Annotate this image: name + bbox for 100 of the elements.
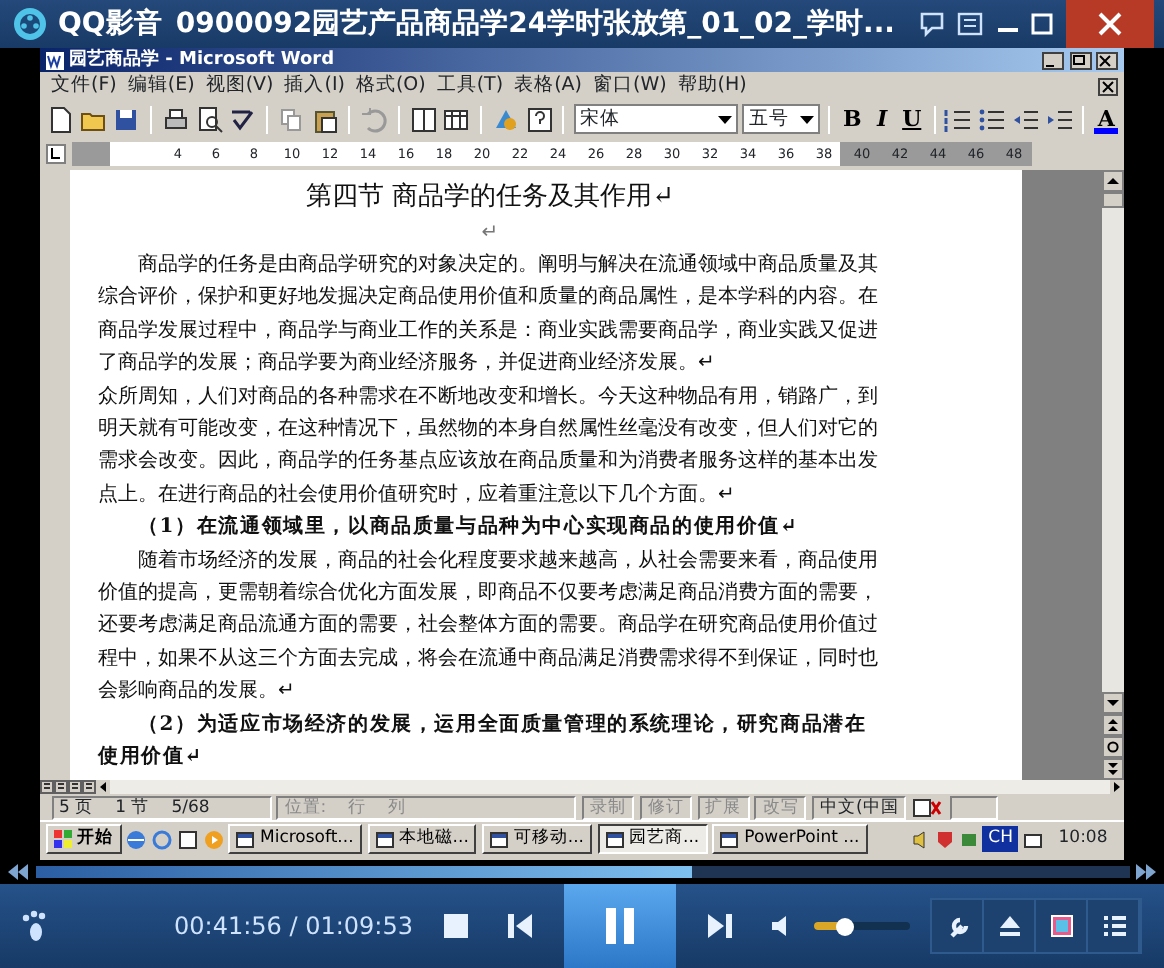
status-text: 位置: bbox=[284, 797, 327, 817]
speaker-icon[interactable] bbox=[912, 829, 931, 849]
decrease-indent-icon[interactable] bbox=[1011, 105, 1040, 133]
paragraph-mark: ↵ bbox=[479, 220, 501, 248]
print-view-icon[interactable] bbox=[68, 780, 82, 794]
menu-item[interactable]: 插入(I) bbox=[278, 72, 351, 100]
paste-icon[interactable] bbox=[311, 105, 339, 133]
settings-icon[interactable] bbox=[945, 914, 969, 938]
start-button[interactable]: 开始 bbox=[45, 824, 121, 854]
menu-item[interactable]: 帮助(H) bbox=[672, 72, 753, 100]
stop-icon[interactable] bbox=[444, 914, 469, 938]
status-text: 中文(中国 bbox=[820, 797, 899, 817]
printer-icon[interactable] bbox=[161, 105, 190, 133]
close-document-icon[interactable] bbox=[1098, 77, 1119, 95]
taskbar-button[interactable]: 本地磁... bbox=[367, 824, 477, 854]
color-palette-icon[interactable] bbox=[1049, 914, 1073, 938]
browse-object-icon[interactable] bbox=[1102, 736, 1124, 758]
pause-icon[interactable] bbox=[606, 908, 635, 944]
browser-icon[interactable] bbox=[126, 829, 147, 849]
previous-icon[interactable] bbox=[508, 914, 533, 938]
new-document-icon[interactable] bbox=[45, 105, 74, 133]
volume-thumb[interactable] bbox=[835, 917, 854, 935]
close-icon[interactable] bbox=[1096, 51, 1119, 69]
outline-view-icon[interactable] bbox=[82, 780, 96, 794]
pause-button[interactable] bbox=[564, 884, 677, 968]
spelling-check-icon[interactable] bbox=[228, 105, 257, 133]
status-text: 改写 bbox=[762, 797, 799, 817]
numbered-list-icon[interactable] bbox=[944, 105, 973, 133]
taskbar-button[interactable]: 可移动... bbox=[482, 824, 593, 854]
status-text: 扩展 bbox=[705, 797, 741, 817]
font-size-dropdown[interactable]: 五号 bbox=[742, 104, 820, 134]
list-window-icon[interactable] bbox=[956, 10, 984, 38]
menu-item[interactable]: 格式(O) bbox=[350, 72, 432, 100]
notepad-icon[interactable] bbox=[177, 829, 198, 849]
print-preview-icon[interactable] bbox=[195, 105, 223, 133]
next-icon[interactable] bbox=[708, 914, 733, 938]
keyboard-icon[interactable] bbox=[1024, 829, 1042, 849]
dropdown-arrow-icon[interactable] bbox=[799, 115, 814, 123]
table-icon[interactable] bbox=[442, 105, 471, 133]
previous-page-icon[interactable] bbox=[1102, 714, 1124, 736]
maximize-icon[interactable] bbox=[1030, 12, 1054, 36]
app-name: QQ影音 bbox=[58, 5, 162, 43]
italic-button[interactable]: I bbox=[870, 104, 895, 134]
shield-icon[interactable] bbox=[935, 829, 954, 849]
increase-indent-icon[interactable] bbox=[1045, 105, 1074, 133]
taskbar-button[interactable]: Microsoft... bbox=[228, 824, 362, 854]
next-page-icon[interactable] bbox=[1102, 758, 1124, 780]
bulleted-list-icon[interactable] bbox=[978, 105, 1007, 133]
font-color-button[interactable]: A bbox=[1094, 104, 1119, 134]
fast-forward-icon[interactable] bbox=[1134, 864, 1159, 880]
footprint-icon[interactable] bbox=[22, 910, 50, 942]
scroll-up-icon[interactable] bbox=[1102, 170, 1124, 192]
windows-flag-icon[interactable] bbox=[53, 830, 72, 848]
subheading: （2）为适应市场经济的发展，运用全面质量管理的系统理论，研究商品潜在使用价值↵ bbox=[98, 710, 869, 773]
minimize-icon[interactable] bbox=[1041, 51, 1064, 69]
status-text: 列 bbox=[388, 797, 407, 817]
window-title: 园艺商品学 - Microsoft Word bbox=[69, 48, 337, 72]
menu-item[interactable]: 工具(T) bbox=[431, 72, 509, 100]
restore-icon[interactable] bbox=[1069, 51, 1091, 69]
close-button[interactable] bbox=[1065, 0, 1153, 48]
vertical-scrollbar[interactable] bbox=[1102, 170, 1124, 780]
normal-view-icon[interactable] bbox=[40, 780, 54, 794]
window-icon[interactable] bbox=[375, 831, 394, 847]
status-panel bbox=[949, 795, 998, 819]
menu-item[interactable]: 文件(F) bbox=[45, 72, 123, 100]
rewind-icon[interactable] bbox=[5, 864, 30, 880]
tab-selector-icon[interactable] bbox=[45, 144, 66, 164]
window-icon[interactable] bbox=[490, 831, 509, 847]
menu-item[interactable]: 视图(V) bbox=[200, 72, 279, 100]
status-text: 录制 bbox=[590, 797, 626, 817]
menu-item[interactable]: 表格(A) bbox=[508, 72, 588, 100]
status-text: 5 页 bbox=[59, 797, 94, 817]
font-dropdown[interactable]: 宋体 bbox=[574, 104, 738, 134]
language-indicator[interactable]: CH bbox=[982, 826, 1019, 852]
taskbar-button[interactable]: PowerPoint ... bbox=[712, 824, 868, 854]
scroll-thumb-icon[interactable] bbox=[1102, 192, 1124, 208]
playlist-icon[interactable] bbox=[1101, 914, 1125, 938]
bold-button[interactable]: B bbox=[840, 104, 865, 134]
underline-button[interactable]: U bbox=[899, 104, 924, 134]
window-icon[interactable] bbox=[236, 831, 255, 847]
network-icon[interactable] bbox=[959, 829, 978, 849]
volume-slider[interactable] bbox=[814, 922, 911, 930]
clock: 10:08 bbox=[1056, 826, 1110, 852]
playback-time: 00:41:56 / 01:09:53 bbox=[174, 910, 413, 944]
film-reel-icon bbox=[11, 6, 47, 42]
window-icon[interactable] bbox=[605, 831, 624, 847]
video-title: 0900092园艺产品商品学24学时张放第_01_02_学时... bbox=[173, 5, 897, 43]
dropdown-arrow-icon[interactable] bbox=[717, 115, 732, 123]
window-icon[interactable] bbox=[720, 831, 739, 847]
eject-icon[interactable] bbox=[997, 914, 1021, 938]
columns-icon[interactable] bbox=[409, 105, 437, 133]
scroll-down-icon[interactable] bbox=[1102, 692, 1124, 714]
menu-item[interactable]: 编辑(E) bbox=[122, 72, 201, 100]
seek-bar[interactable] bbox=[35, 866, 1129, 878]
horizontal-scrollbar[interactable] bbox=[40, 780, 1124, 794]
web-view-icon[interactable] bbox=[54, 780, 68, 794]
speech-bubble-icon[interactable] bbox=[917, 10, 945, 38]
taskbar-button[interactable]: 园艺商... bbox=[597, 824, 708, 854]
menu-item[interactable]: 窗口(W) bbox=[587, 72, 673, 100]
help-icon[interactable] bbox=[525, 105, 553, 133]
